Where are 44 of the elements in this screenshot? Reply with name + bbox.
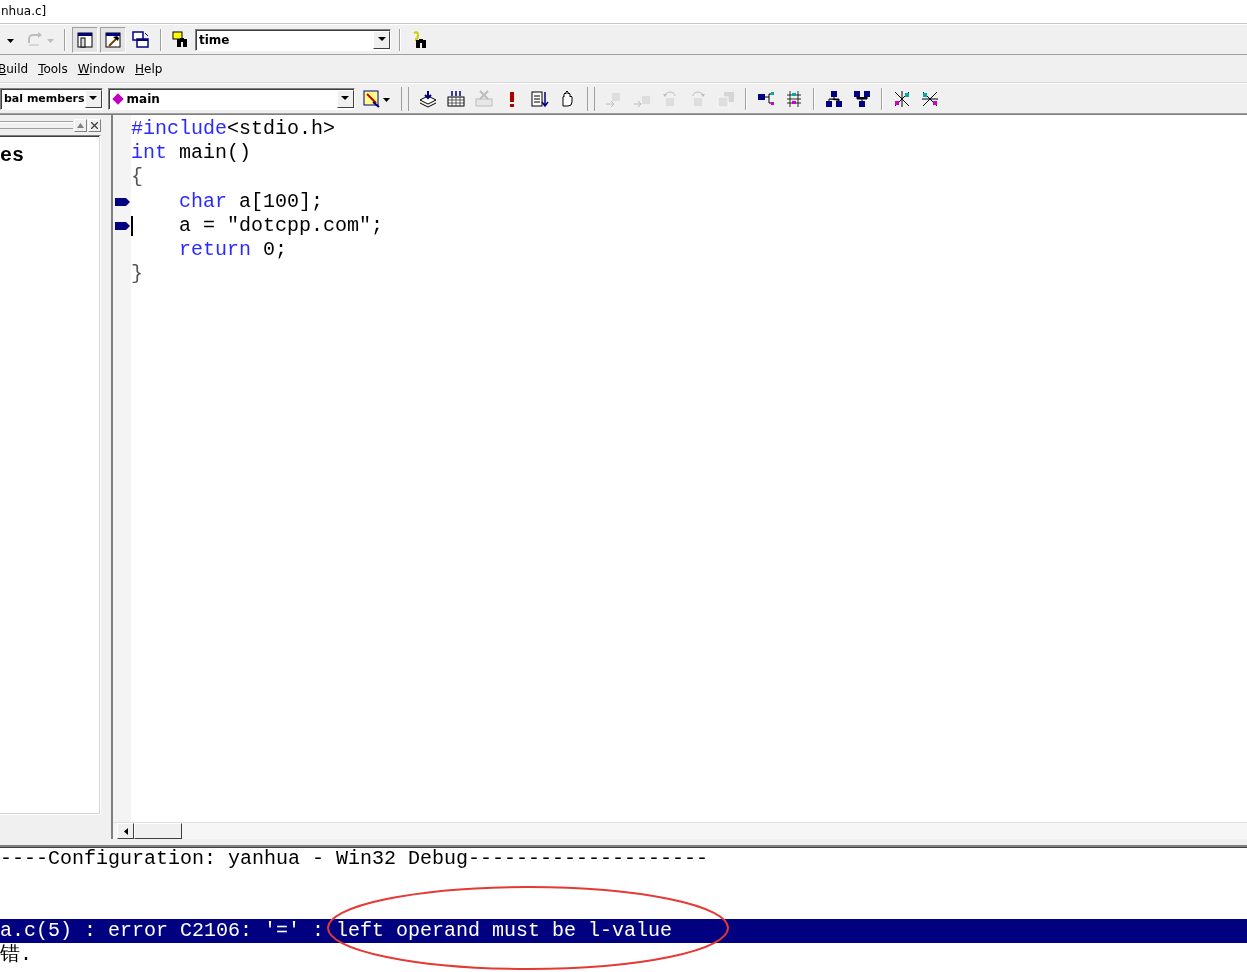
- stack-icon[interactable]: [418, 89, 437, 108]
- code-line: int main(): [131, 141, 252, 166]
- wizard-icon[interactable]: [362, 89, 391, 108]
- scroll-left-button[interactable]: [117, 823, 134, 839]
- title-grip[interactable]: [0, 121, 73, 129]
- output-line[interactable]: ----Configuration: yanhua - Win32 Debug--------------------: [0, 847, 1247, 871]
- dropdown[interactable]: bal members: [0, 87, 103, 110]
- triangle-left-icon[interactable]: [123, 827, 128, 835]
- tree-icon[interactable]: [756, 89, 775, 108]
- menu-item[interactable]: Tools: [38, 61, 73, 76]
- code-line: }: [131, 262, 143, 287]
- network-icon[interactable]: [852, 89, 871, 108]
- tree-icon[interactable]: [784, 89, 803, 108]
- crossed-arrows-icon[interactable]: [920, 89, 939, 108]
- code-line: char a[100];: [178, 189, 324, 214]
- window-icon[interactable]: [76, 30, 94, 49]
- code-editor[interactable]: #include<stdio.h> int main() { char a[100]; a = "dotcpp.com"; return 0; }: [113, 115, 1247, 822]
- code-line: {: [131, 165, 143, 190]
- code-line: #include<stdio.h>: [131, 117, 336, 142]
- toolbar-grip[interactable]: [400, 86, 409, 111]
- scroll-thumb[interactable]: [134, 823, 182, 839]
- caret-icon[interactable]: [89, 96, 98, 101]
- maximize-button[interactable]: [74, 118, 87, 132]
- crossed-arrows-icon[interactable]: [892, 89, 911, 108]
- code-line: return 0;: [178, 237, 288, 263]
- hammer-icon[interactable]: [104, 30, 122, 49]
- output-line[interactable]: 错.: [0, 943, 1247, 967]
- caret-icon[interactable]: [341, 96, 350, 101]
- network-icon[interactable]: [824, 89, 843, 108]
- window-title: nhua.c]: [0, 4, 47, 18]
- workspace-text: es: [0, 144, 24, 167]
- grid-icon[interactable]: [446, 89, 465, 108]
- code-line: a = "dotcpp.com";: [178, 213, 384, 238]
- dropdown[interactable]: main: [107, 87, 355, 110]
- toolbar-grip[interactable]: [586, 86, 595, 111]
- windows-icon[interactable]: [132, 30, 150, 49]
- menu-item[interactable]: Help: [135, 61, 168, 76]
- menu-item[interactable]: Build: [0, 61, 34, 76]
- menu-item[interactable]: Window: [77, 61, 131, 76]
- triangle-up-icon[interactable]: [77, 122, 84, 128]
- dropdown[interactable]: time: [195, 28, 391, 51]
- horizontal-scrollbar[interactable]: [113, 822, 1247, 839]
- list-arrow-icon[interactable]: [530, 89, 549, 108]
- caret-icon[interactable]: [377, 37, 386, 42]
